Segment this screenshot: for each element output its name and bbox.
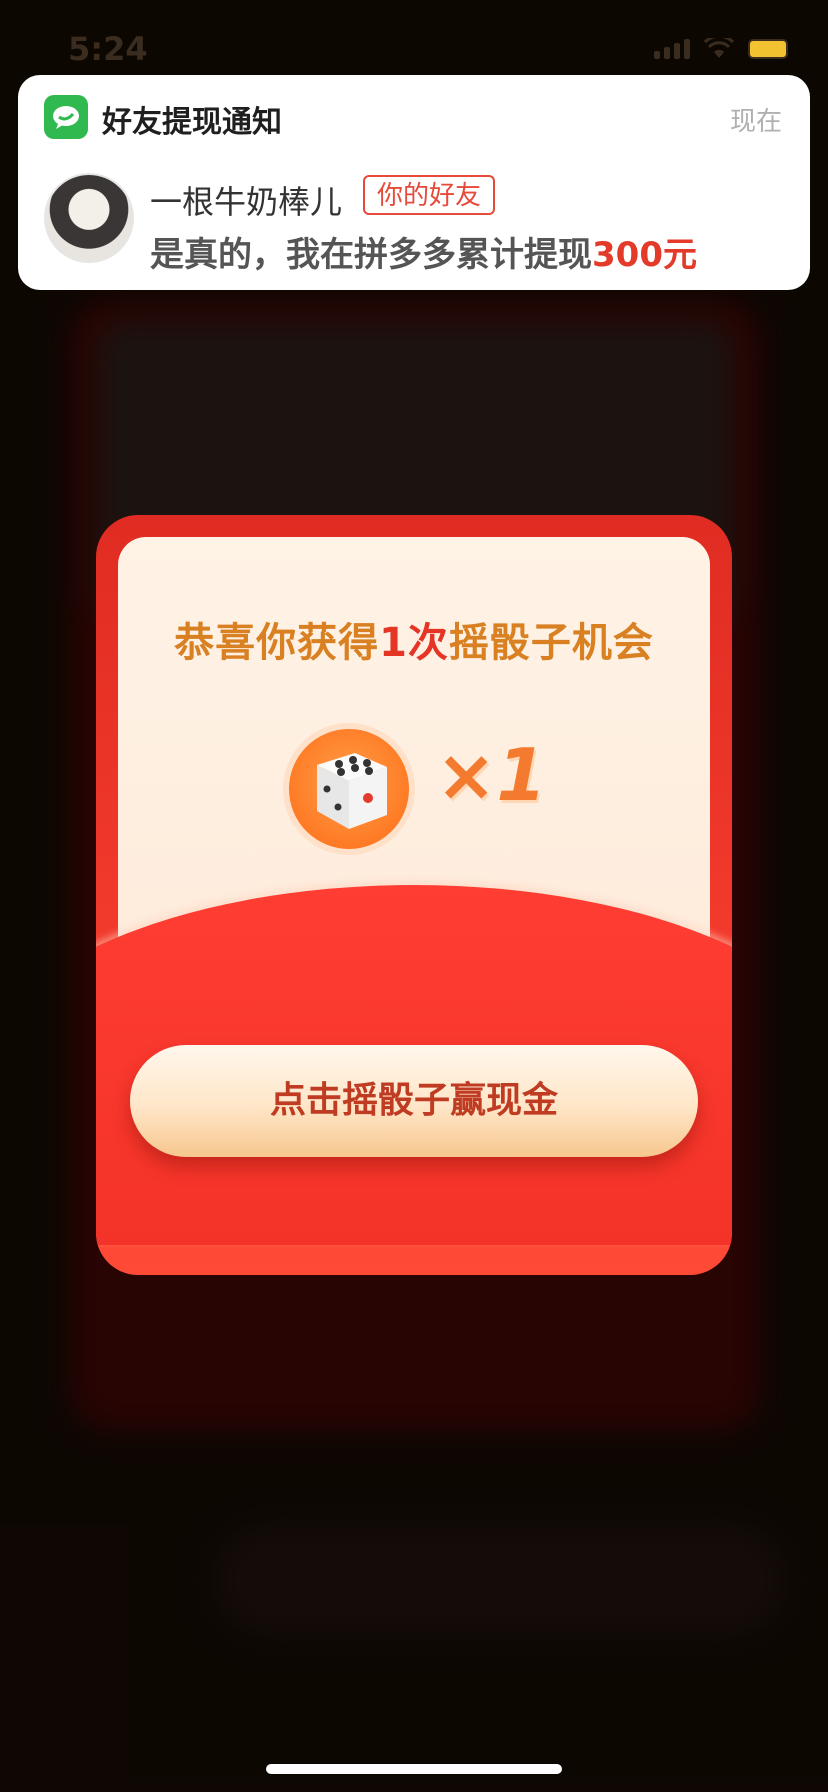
- home-indicator[interactable]: [266, 1764, 562, 1774]
- sender-name: 一根牛奶棒儿: [150, 183, 343, 221]
- battery-icon: [748, 39, 788, 59]
- notification-message: 是真的，我在拼多多累计提现300元: [150, 227, 697, 276]
- notification-app-title: 好友提现通知: [102, 105, 282, 140]
- wechat-icon: [44, 95, 88, 139]
- notification-banner[interactable]: 好友提现通知 现在 一根牛奶棒儿 你的好友 是真的，我在拼多多累计提现300元: [18, 75, 810, 290]
- reward-dialog: 恭喜你获得1次摇骰子机会 ×1 点击摇骰子赢现金: [96, 515, 732, 1275]
- message-text: 是真的，我在拼多多累计提现: [150, 235, 592, 275]
- dice-multiplier: ×1: [436, 733, 547, 817]
- message-amount: 300元: [592, 235, 697, 275]
- notification-time: 现在: [729, 107, 782, 137]
- title-count: 1次: [379, 620, 449, 666]
- sender-avatar: [44, 173, 134, 263]
- wifi-icon: [704, 38, 734, 58]
- status-icons: [654, 38, 788, 60]
- title-prefix: 恭喜你获得: [174, 620, 380, 666]
- friend-badge: 你的好友: [363, 175, 496, 215]
- signal-icon: [654, 39, 690, 59]
- dice-icon: [283, 723, 415, 855]
- reward-title: 恭喜你获得1次摇骰子机会: [96, 610, 732, 668]
- status-time: 5:24: [68, 30, 148, 68]
- title-suffix: 摇骰子机会: [448, 620, 654, 666]
- roll-dice-button[interactable]: 点击摇骰子赢现金: [130, 1045, 698, 1157]
